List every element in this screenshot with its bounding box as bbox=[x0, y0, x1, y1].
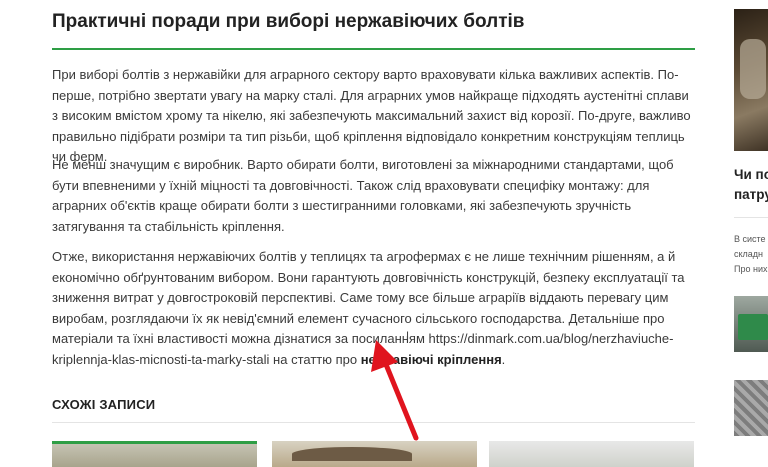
sidebar-post-title-line-2: патру bbox=[734, 187, 768, 202]
text-cursor-icon: I bbox=[406, 330, 410, 342]
thumb-accent-bar bbox=[52, 441, 257, 444]
right-sidebar: Чи по патру В систе складн Про них bbox=[734, 0, 768, 467]
sidebar-thumbnail-truck[interactable] bbox=[734, 296, 768, 352]
article-paragraph-1: При виборі болтів з нержавійки для аграр… bbox=[52, 67, 691, 164]
image-detail bbox=[740, 39, 766, 99]
thumb-image-shape bbox=[292, 447, 412, 461]
paragraph-3-text: Отже, використання нержавіючих болтів у … bbox=[52, 249, 685, 367]
excerpt-line-2: складн bbox=[734, 249, 764, 259]
sidebar-post-title-line-1: Чи по bbox=[734, 167, 768, 182]
related-posts-heading: СХОЖІ ЗАПИСИ bbox=[52, 397, 156, 412]
stainless-fasteners-link[interactable]: нержавіючі кріплення bbox=[361, 352, 502, 367]
sidebar-post-title[interactable]: Чи по патру bbox=[734, 165, 768, 205]
truck-shape bbox=[738, 314, 768, 340]
sidebar-divider bbox=[734, 217, 768, 218]
article-paragraph-2: Не менш значущим є виробник. Варто обира… bbox=[52, 157, 674, 234]
excerpt-line-3: Про них bbox=[734, 264, 768, 274]
related-post-thumbnail-1[interactable] bbox=[52, 441, 257, 467]
paragraph-3-end: . bbox=[501, 351, 506, 367]
title-divider bbox=[52, 48, 695, 50]
sidebar-post-image[interactable] bbox=[734, 9, 768, 151]
article-section-title: Практичні поради при виборі нержавіючих … bbox=[52, 11, 525, 32]
sidebar-thumbnail-bolts[interactable] bbox=[734, 380, 768, 436]
article-paragraph-3: Отже, використання нержавіючих болтів у … bbox=[52, 247, 692, 370]
related-post-thumbnail-2[interactable] bbox=[272, 441, 477, 467]
excerpt-line-1: В систе bbox=[734, 234, 766, 244]
sidebar-post-excerpt: В систе складн Про них bbox=[734, 232, 768, 277]
related-divider bbox=[52, 422, 695, 423]
related-post-thumbnail-3[interactable] bbox=[489, 441, 694, 467]
